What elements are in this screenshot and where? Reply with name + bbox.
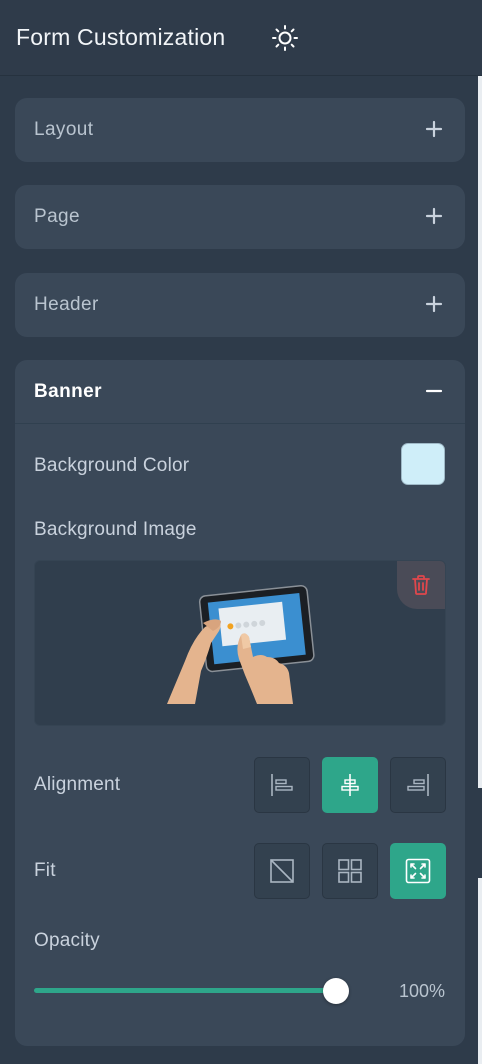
header-panel-label: Header — [34, 294, 99, 315]
collapse-minus-icon[interactable] — [425, 382, 443, 400]
expand-plus-icon[interactable] — [425, 207, 443, 225]
align-center-button[interactable] — [322, 757, 378, 813]
layout-panel-header[interactable]: Layout — [15, 98, 465, 162]
opacity-slider-thumb[interactable] — [323, 978, 349, 1004]
fit-tile-button[interactable] — [322, 843, 378, 899]
no-fit-icon — [270, 859, 294, 883]
alignment-label: Alignment — [34, 774, 121, 795]
page-title: Form Customization — [16, 24, 226, 50]
trash-icon — [412, 575, 430, 595]
layout-panel-label: Layout — [34, 119, 94, 140]
expand-plus-icon[interactable] — [425, 295, 443, 313]
background-color-label: Background Color — [34, 455, 190, 476]
align-left-button[interactable] — [254, 757, 310, 813]
banner-panel-header[interactable]: Banner — [15, 360, 465, 424]
fit-stretch-button[interactable] — [390, 843, 446, 899]
layout-panel: Layout — [15, 98, 465, 162]
background-image-preview[interactable] — [34, 560, 446, 726]
align-center-icon — [341, 774, 359, 796]
expand-arrows-icon — [405, 858, 431, 884]
tablet-hands-illustration — [167, 585, 315, 704]
top-bar: Form Customization — [0, 0, 482, 76]
align-left-icon — [271, 774, 293, 796]
header-panel-header[interactable]: Header — [15, 273, 465, 337]
opacity-slider-track[interactable] — [34, 988, 336, 993]
page-panel: Page — [15, 185, 465, 249]
delete-image-button[interactable] — [397, 561, 445, 609]
align-right-icon — [407, 774, 429, 796]
background-color-swatch[interactable] — [401, 443, 445, 485]
opacity-label: Opacity — [34, 930, 100, 951]
banner-panel: Banner Background Color Background Image — [15, 360, 465, 1046]
page-panel-label: Page — [34, 206, 80, 227]
expand-plus-icon[interactable] — [425, 120, 443, 138]
banner-panel-label: Banner — [34, 381, 102, 402]
opacity-value: 100% — [398, 981, 445, 1001]
sun-icon — [272, 25, 298, 51]
grid-icon — [338, 859, 362, 883]
theme-toggle-button[interactable] — [268, 21, 302, 55]
page-panel-header[interactable]: Page — [15, 185, 465, 249]
background-image-label: Background Image — [34, 519, 197, 540]
align-right-button[interactable] — [390, 757, 446, 813]
scrollbar-track[interactable] — [478, 76, 482, 788]
scrollbar-track-lower[interactable] — [478, 878, 482, 1064]
fit-none-button[interactable] — [254, 843, 310, 899]
fit-label: Fit — [34, 860, 56, 881]
header-panel: Header — [15, 273, 465, 337]
